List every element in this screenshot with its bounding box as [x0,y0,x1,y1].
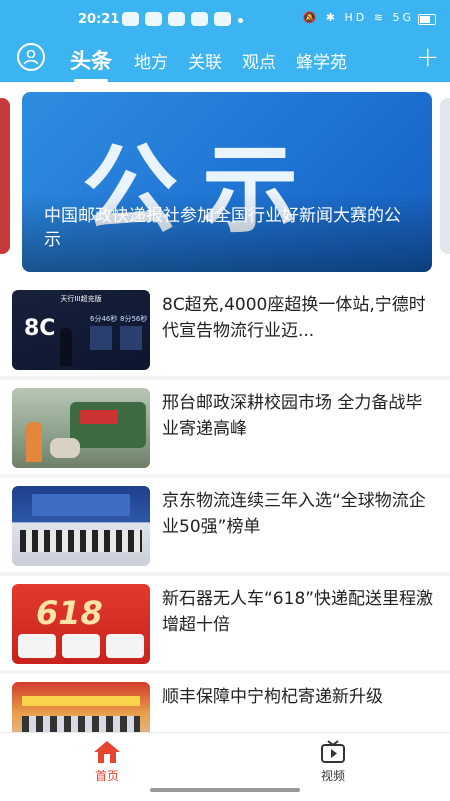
more-notifications-icon [238,18,243,23]
news-thumbnail [12,388,150,468]
tab-headlines[interactable]: 头条 [70,45,112,82]
thumb-crowd [22,716,140,732]
news-title: 顺丰保障中宁枸杞寄递新升级 [162,687,383,707]
top-header: 20:21 🔕 ✱ HD ≋ 5G 头条 地方 关联 观点 蜂学苑 + [0,0,450,82]
thumb-heading: 天行III超充版 [60,295,102,303]
banner-title: 中国邮政快递报社参加全国行业好新闻大赛的公示 [44,206,401,250]
status-bar: 20:21 🔕 ✱ HD ≋ 5G [0,8,450,34]
thumb-robot-vehicle [106,634,144,658]
thumb-8c-text: 8C [24,316,56,341]
news-item[interactable]: 顺丰保障中宁枸杞寄递新升级 [0,674,450,732]
user-icon [23,49,39,65]
home-icon [94,741,120,763]
app-notification-icon-3 [191,12,208,26]
news-title: 新石器无人车“618”快递配送里程激增超十倍 [162,589,434,635]
nav-video-label: 视频 [320,769,345,783]
thumb-event-banner [22,696,140,706]
thumb-stage-screen [32,494,130,516]
nav-home[interactable]: 首页 [72,739,142,784]
thumb-robot-vehicle [18,634,56,658]
news-item[interactable]: 天行III超充版 8C 6分46秒 8分56秒 8C超充,4000座超换一体站,… [0,282,450,376]
news-item[interactable]: 618 新石器无人车“618”快递配送里程激增超十倍 [0,576,450,670]
carousel-next-card[interactable] [440,98,450,254]
tab-related[interactable]: 关联 [188,48,222,73]
nav-video[interactable]: 视频 [298,739,368,784]
banner-card[interactable]: 公示 中国邮政快递报社参加全国行业好新闻大赛的公示 [22,92,432,272]
thumb-time-a: 6分46秒 [90,315,118,323]
status-indicators: 🔕 ✱ HD ≋ 5G [302,11,414,24]
news-title: 邢台邮政深耕校园市场 全力备战毕业寄递高峰 [162,393,423,439]
app-notification-icon [145,12,162,26]
thumb-chart-bar [90,326,112,350]
nav-home-label: 首页 [94,769,119,783]
battery-icon [418,14,436,25]
thumb-van-banner [80,410,118,424]
news-thumbnail: 天行III超充版 8C 6分46秒 8分56秒 [12,290,150,370]
thumb-postal-van [70,402,146,448]
news-thumbnail [12,682,150,732]
tab-academy[interactable]: 蜂学苑 [296,48,347,73]
status-time: 20:21 [78,12,120,27]
news-thumbnail: 618 [12,584,150,664]
news-title: 8C超充,4000座超换一体站,宁德时代宣告物流行业迈... [162,295,426,341]
thumb-time-b: 8分56秒 [120,315,148,323]
channel-tabs: 头条 地方 关联 观点 蜂学苑 [70,44,367,82]
app-notification-icon-2 [168,12,185,26]
user-avatar-icon[interactable] [17,43,45,71]
thumb-parcels [50,438,80,458]
news-title: 京东物流连续三年入选“全球物流企业50强”榜单 [162,491,426,537]
phone-icon [214,12,231,26]
thumb-group-photo [20,530,142,552]
tab-local[interactable]: 地方 [134,48,168,73]
tab-opinion[interactable]: 观点 [242,48,276,73]
news-thumbnail [12,486,150,566]
gesture-home-bar[interactable] [150,788,300,792]
thumb-worker [26,422,42,462]
news-item[interactable]: 京东物流连续三年入选“全球物流企业50强”榜单 [0,478,450,572]
thumb-chart-bar [120,326,142,350]
message-icon [122,12,139,26]
carousel-prev-card[interactable] [0,98,10,254]
banner-carousel: 公示 中国邮政快递报社参加全国行业好新闻大赛的公示 [0,82,450,282]
news-item[interactable]: 邢台邮政深耕校园市场 全力备战毕业寄递高峰 [0,380,450,474]
thumb-speaker-figure [60,328,72,366]
video-icon [321,740,345,763]
thumb-robot-vehicle [62,634,100,658]
thumb-618-badge: 618 [36,594,103,632]
add-channel-button[interactable]: + [416,43,439,71]
